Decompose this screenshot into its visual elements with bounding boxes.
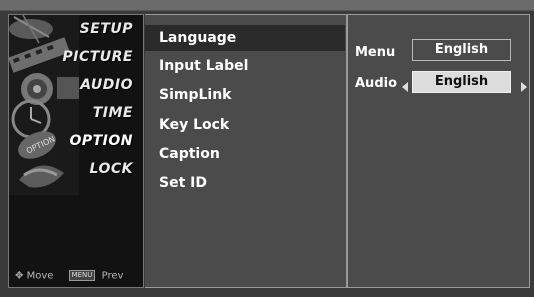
menu-language-value[interactable]: English <box>412 39 511 61</box>
submenu-item-simplink[interactable]: SimpLink <box>145 82 345 108</box>
category-picture[interactable]: PICTURE <box>62 49 133 65</box>
category-audio[interactable]: AUDIO <box>80 77 133 93</box>
arrow-right-icon[interactable] <box>521 82 527 92</box>
category-panel: OPTION SETUP PICTURE AUDIO TIME OPTION L… <box>8 14 144 288</box>
submenu-item-language[interactable]: Language <box>145 25 345 51</box>
submenu-item-input-label[interactable]: Input Label <box>145 53 345 79</box>
category-option[interactable]: OPTION <box>69 133 133 149</box>
arrow-left-icon[interactable] <box>402 82 408 92</box>
tv-menu-screen: OPTION SETUP PICTURE AUDIO TIME OPTION L… <box>0 0 534 297</box>
category-time[interactable]: TIME <box>93 105 133 121</box>
menu-key-icon: MENU <box>68 269 96 281</box>
prev-hint-label: Prev <box>101 270 124 281</box>
submenu-item-key-lock[interactable]: Key Lock <box>145 112 345 138</box>
submenu-panel: Language Input Label SimpLink Key Lock C… <box>145 14 347 288</box>
move-hint-label: Move <box>26 270 54 281</box>
audio-language-value[interactable]: English <box>412 71 511 93</box>
category-lock[interactable]: LOCK <box>90 161 133 177</box>
category-artwork: OPTION <box>9 15 79 195</box>
submenu-item-caption[interactable]: Caption <box>145 141 345 167</box>
audio-language-label: Audio <box>355 76 398 91</box>
language-settings-panel: Menu English Audio English <box>347 14 530 288</box>
move-icon: ✥ <box>15 270 24 281</box>
navigation-hint: ✥ Move MENU Prev <box>15 269 124 281</box>
submenu-item-set-id[interactable]: Set ID <box>145 170 345 196</box>
menu-language-label: Menu <box>355 45 396 60</box>
category-setup[interactable]: SETUP <box>80 21 133 37</box>
top-bar <box>0 0 534 11</box>
